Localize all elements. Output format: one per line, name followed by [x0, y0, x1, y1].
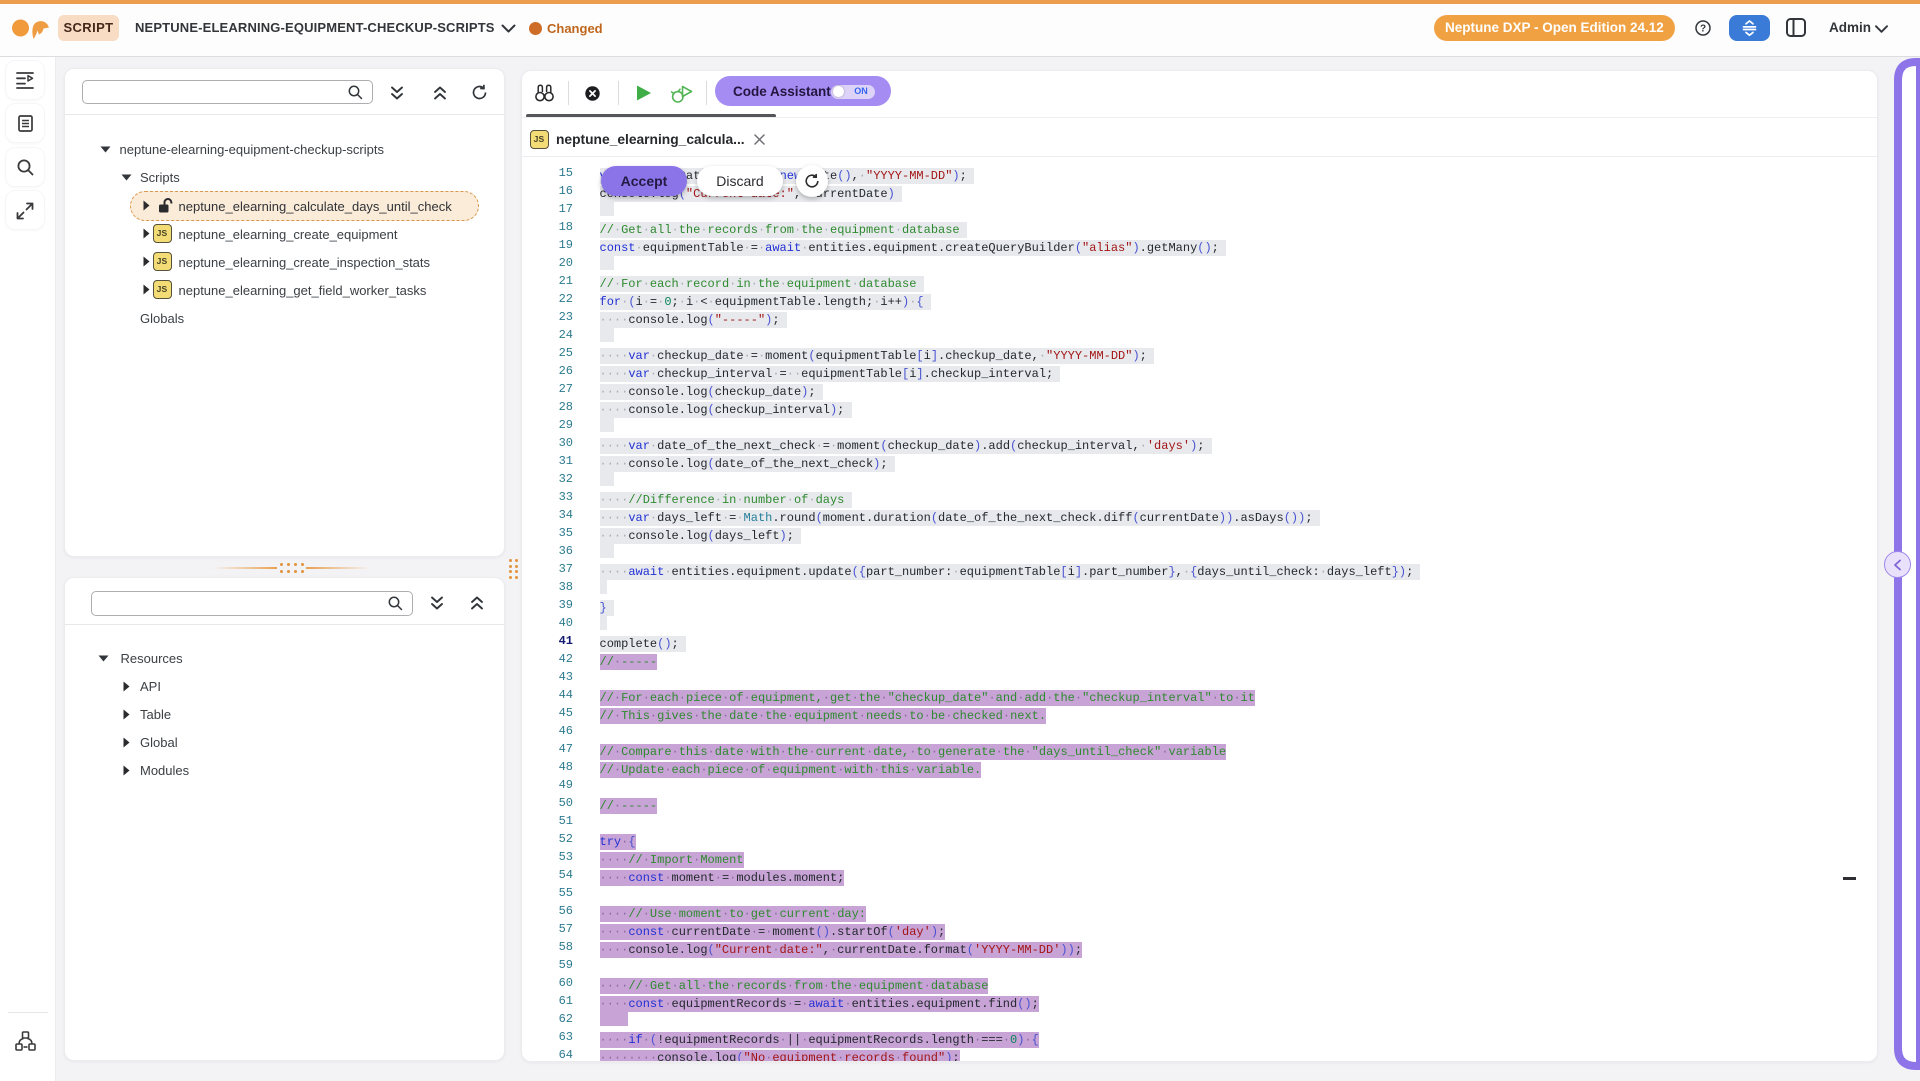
svg-text:?: ? — [1700, 23, 1706, 34]
